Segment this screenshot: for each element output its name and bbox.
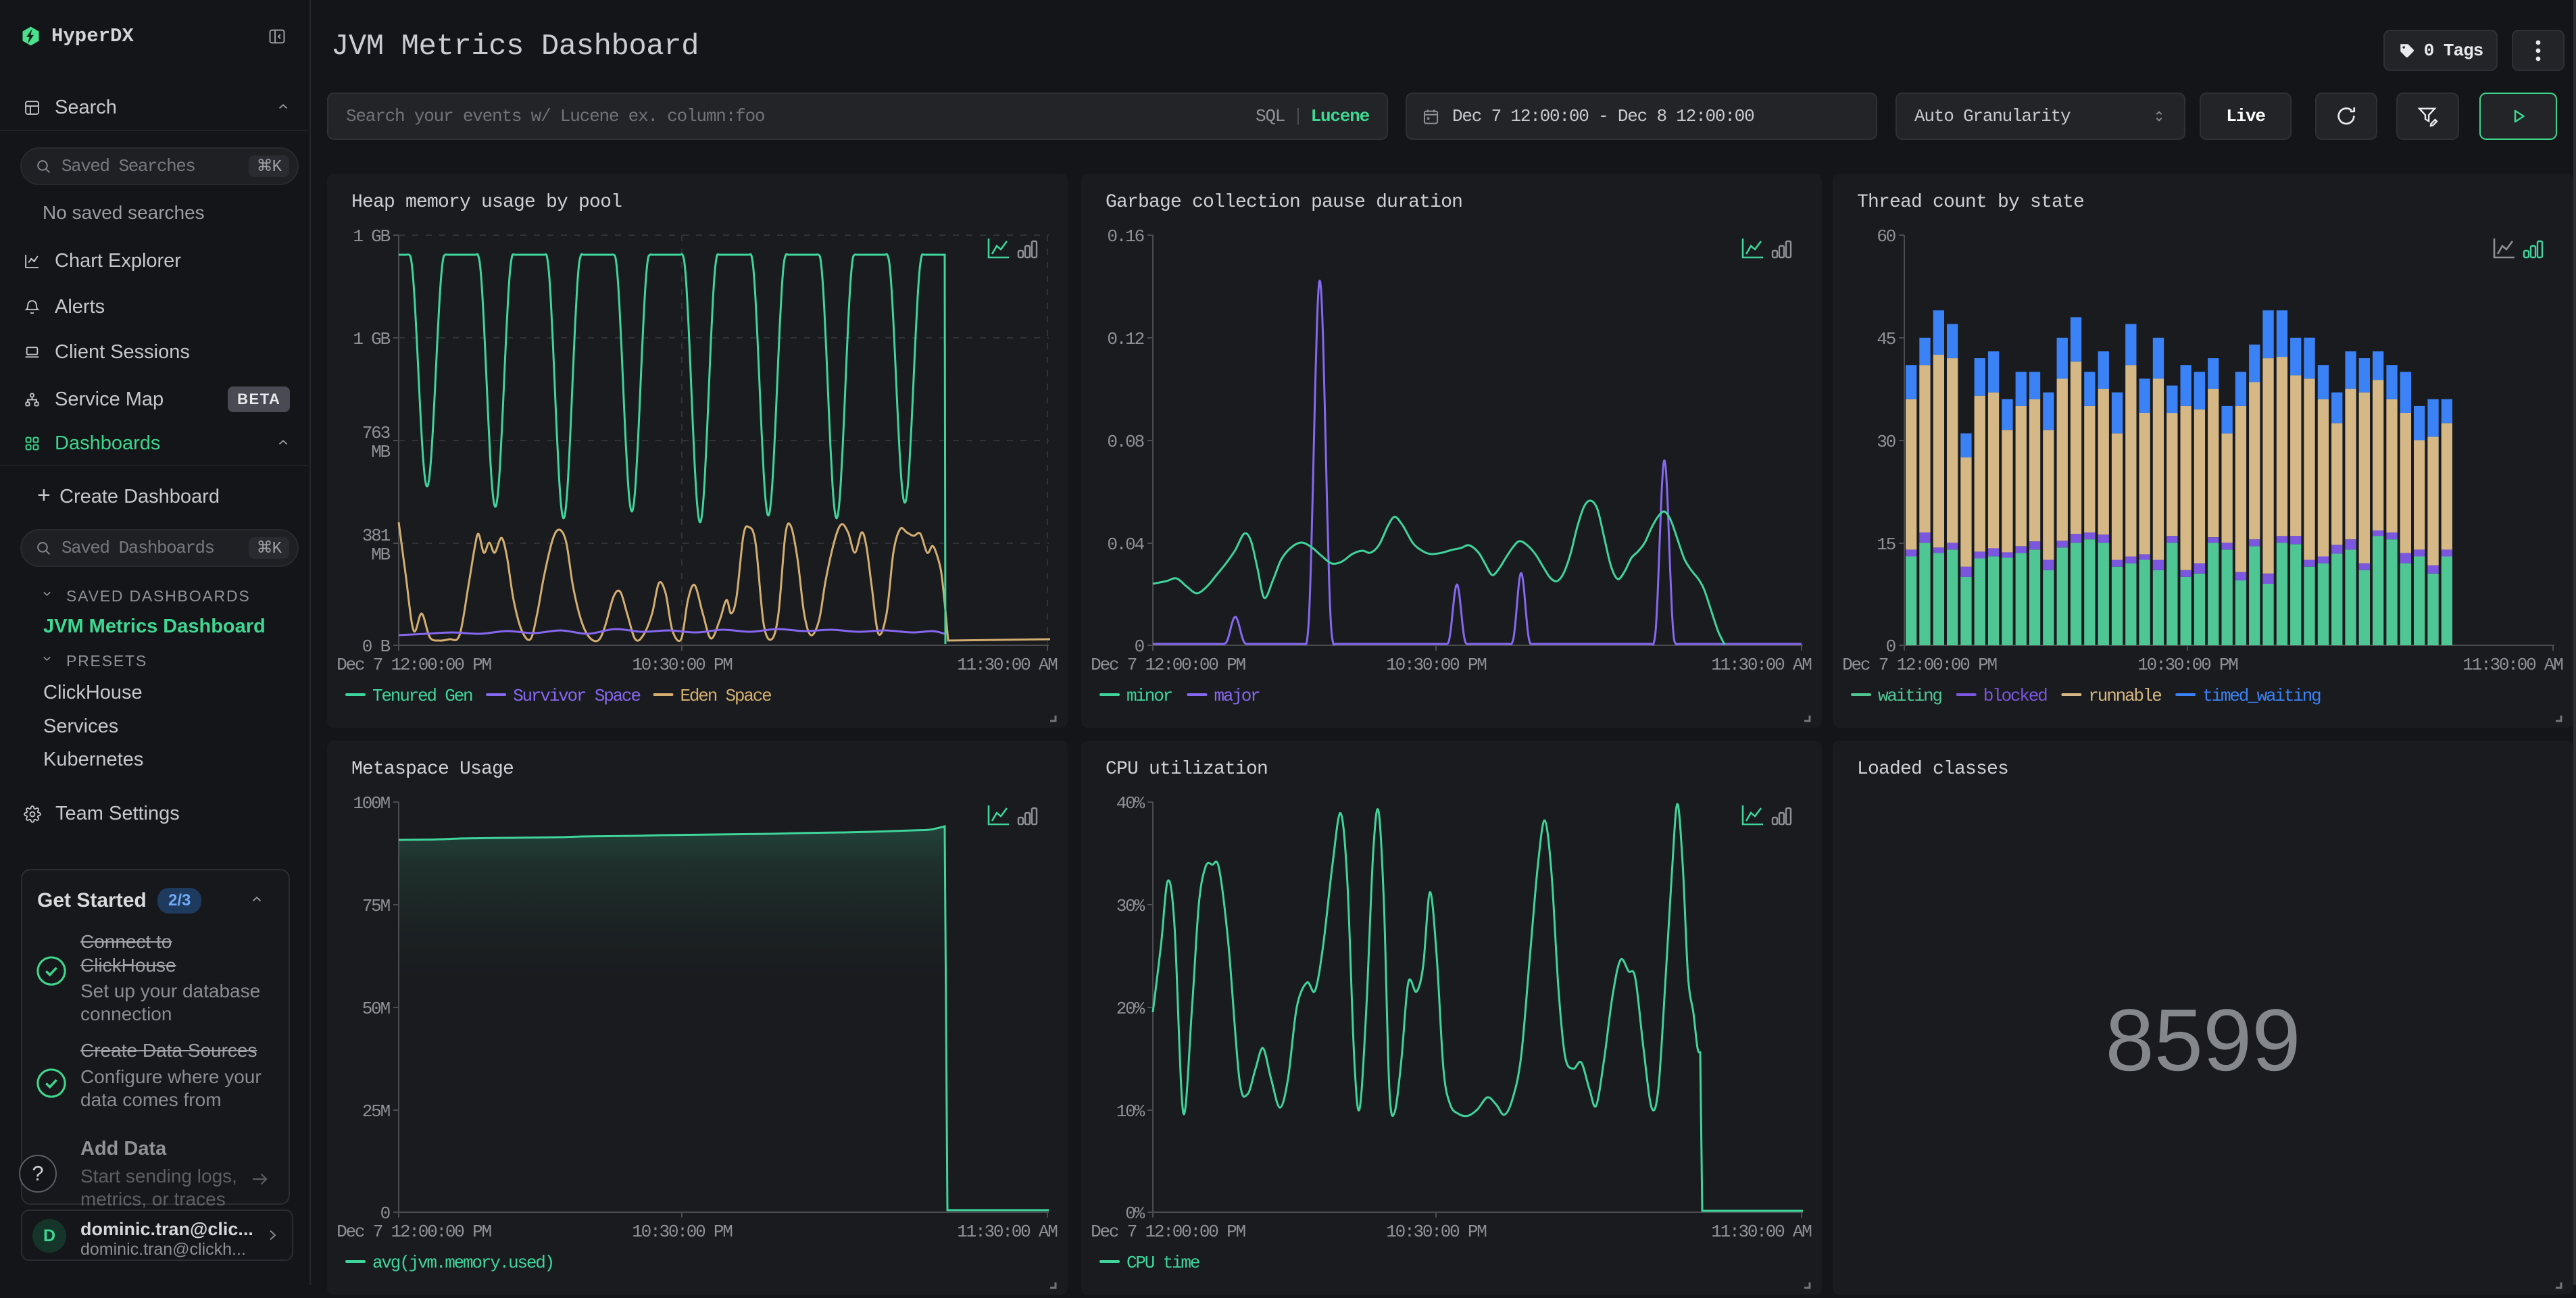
svg-text:11:30:00 AM: 11:30:00 AM [1711,1222,1811,1242]
svg-text:60: 60 [1877,226,1895,247]
svg-text:Tenured Gen: Tenured Gen [372,686,472,706]
svg-text:0.16: 0.16 [1107,226,1143,247]
svg-text:11:30:00 AM: 11:30:00 AM [2462,655,2562,675]
svg-text:major: major [1214,686,1260,706]
svg-text:30: 30 [1877,432,1895,452]
svg-text:10:30:00 PM: 10:30:00 PM [2137,655,2237,675]
svg-text:CPU time: CPU time [1126,1253,1199,1273]
svg-text:10:30:00 PM: 10:30:00 PM [1386,655,1486,675]
svg-text:0.12: 0.12 [1107,329,1143,349]
svg-text:100M: 100M [353,793,389,814]
svg-text:10:30:00 PM: 10:30:00 PM [1386,1222,1486,1242]
svg-text:timed_waiting: timed_waiting [2202,686,2321,706]
svg-text:Garbage collection pause durat: Garbage collection pause duration [1106,192,1462,213]
svg-text:40%: 40% [1116,793,1145,814]
svg-text:30%: 30% [1116,896,1145,916]
svg-text:0: 0 [380,1203,390,1224]
svg-text:381: 381 [362,526,391,546]
svg-text:0.08: 0.08 [1107,432,1143,452]
svg-text:Loaded classes: Loaded classes [1857,759,2008,780]
svg-text:0: 0 [1135,636,1144,657]
svg-text:Dec 7 12:00:00 PM: Dec 7 12:00:00 PM [337,655,491,675]
svg-text:runnable: runnable [2088,686,2161,706]
svg-text:0%: 0% [1125,1203,1145,1224]
svg-text:Eden Space: Eden Space [680,686,772,706]
svg-text:waiting: waiting [1878,686,1941,706]
svg-text:0.04: 0.04 [1107,534,1144,555]
svg-text:75M: 75M [362,896,390,916]
svg-text:0: 0 [1886,636,1896,657]
svg-text:Survivor Space: Survivor Space [513,686,640,706]
svg-text:11:30:00 AM: 11:30:00 AM [957,655,1057,675]
svg-text:Thread count by state: Thread count by state [1857,192,2084,213]
svg-text:CPU utilization: CPU utilization [1106,759,1268,780]
svg-text:Metaspace Usage: Metaspace Usage [351,759,514,780]
svg-text:Dec 7 12:00:00 PM: Dec 7 12:00:00 PM [1091,1222,1245,1242]
svg-text:MB: MB [371,545,390,565]
svg-text:avg(jvm.memory.used): avg(jvm.memory.used) [372,1253,553,1273]
svg-text:1 GB: 1 GB [353,226,390,247]
svg-text:11:30:00 AM: 11:30:00 AM [1711,655,1811,675]
svg-text:Dec 7 12:00:00 PM: Dec 7 12:00:00 PM [1842,655,1996,675]
svg-text:8599: 8599 [2105,991,2300,1089]
svg-text:25M: 25M [362,1101,390,1122]
svg-text:763: 763 [362,423,390,443]
svg-text:15: 15 [1877,534,1895,555]
svg-text:MB: MB [371,442,390,462]
svg-text:50M: 50M [362,999,390,1019]
svg-text:Heap memory usage by pool: Heap memory usage by pool [351,192,622,213]
svg-text:45: 45 [1877,329,1895,349]
svg-text:10:30:00 PM: 10:30:00 PM [632,1222,732,1242]
svg-text:10%: 10% [1116,1101,1145,1122]
svg-text:20%: 20% [1116,999,1145,1019]
svg-text:0 B: 0 B [362,636,391,657]
svg-text:blocked: blocked [1983,686,2047,706]
svg-text:1 GB: 1 GB [353,329,390,349]
svg-text:11:30:00 AM: 11:30:00 AM [957,1222,1057,1242]
svg-text:minor: minor [1126,686,1172,706]
svg-text:Dec 7 12:00:00 PM: Dec 7 12:00:00 PM [1091,655,1245,675]
svg-text:Dec 7 12:00:00 PM: Dec 7 12:00:00 PM [337,1222,491,1242]
svg-text:10:30:00 PM: 10:30:00 PM [632,655,732,675]
